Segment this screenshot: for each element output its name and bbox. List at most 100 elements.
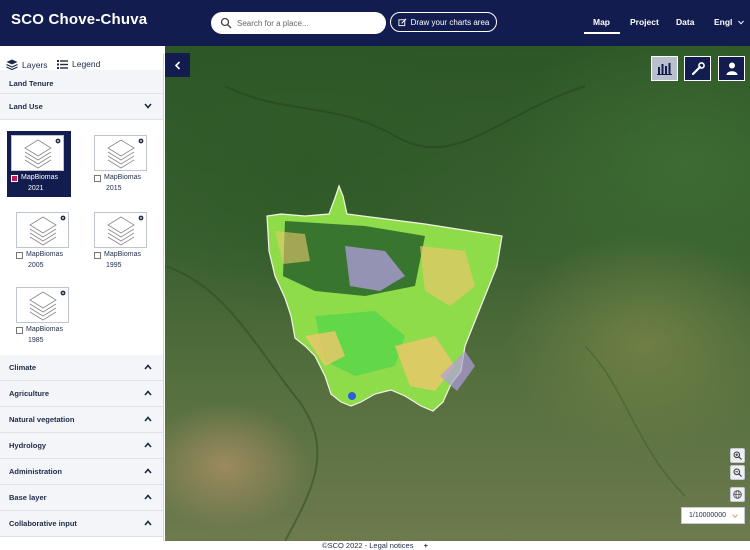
layer-name: MapBiomas <box>26 326 63 333</box>
layers-sidebar: Layers Legend Land Tenure Land Use MapBi… <box>0 54 164 541</box>
map-viewport[interactable]: 1/10000000 <box>165 46 750 541</box>
tab-layers[interactable]: Layers <box>6 59 48 70</box>
zoom-in-icon <box>733 451 742 460</box>
list-icon <box>57 60 68 69</box>
layer-name: MapBiomas <box>104 174 141 181</box>
gear-icon[interactable] <box>60 290 66 296</box>
section-natural-vegetation[interactable]: Natural vegetation <box>0 407 163 433</box>
section-label: Natural vegetation <box>9 415 75 424</box>
chevron-up-icon <box>144 364 152 370</box>
section-administration[interactable]: Administration <box>0 459 163 485</box>
satellite-basemap <box>165 85 686 541</box>
chevron-up-icon <box>144 416 152 422</box>
layer-year: 2015 <box>106 185 122 192</box>
tab-legend-label: Legend <box>72 59 101 69</box>
layer-checkbox[interactable] <box>94 252 101 259</box>
section-label: Administration <box>9 467 62 476</box>
nav-map-active-indicator <box>584 32 620 34</box>
chevron-left-icon <box>174 60 181 70</box>
layers-icon <box>6 59 18 70</box>
section-land-use[interactable]: Land Use <box>0 94 163 120</box>
layer-thumbnail <box>11 135 64 171</box>
zoom-out-icon <box>733 468 742 477</box>
layer-thumbnail <box>94 212 147 248</box>
section-agriculture[interactable]: Agriculture <box>0 381 163 407</box>
search-icon <box>220 17 232 29</box>
scale-select[interactable]: 1/10000000 <box>681 507 745 524</box>
legal-notices-link[interactable]: ©SCO 2022 - Legal notices <box>322 541 413 550</box>
section-label: Land Tenure <box>9 79 54 88</box>
nav-data[interactable]: Data <box>676 17 694 27</box>
chevron-up-icon <box>144 520 152 526</box>
layers-stack-icon <box>107 216 135 246</box>
layer-checkbox[interactable] <box>16 327 23 334</box>
section-label: Agriculture <box>9 389 50 398</box>
layer-year: 2005 <box>28 262 44 269</box>
layer-thumbnail <box>94 135 147 171</box>
user-account-button[interactable] <box>718 56 745 81</box>
layers-stack-icon <box>29 216 57 246</box>
layer-year: 2021 <box>28 185 44 192</box>
zoom-in-button[interactable] <box>730 448 745 463</box>
section-hydrology[interactable]: Hydrology <box>0 433 163 459</box>
scale-value: 1/10000000 <box>689 512 726 519</box>
gear-icon[interactable] <box>60 215 66 221</box>
layer-thumbnail <box>16 287 69 323</box>
layers-stack-icon <box>107 139 135 169</box>
gear-icon[interactable] <box>138 215 144 221</box>
app-title: SCO Chove-Chuva <box>11 11 148 28</box>
section-label: Climate <box>9 363 37 372</box>
tools-button[interactable] <box>684 56 711 81</box>
section-label: Collaborative input <box>9 519 77 528</box>
layer-card-mapbiomas-1995[interactable]: MapBiomas 1995 <box>90 208 154 274</box>
search-input[interactable] <box>237 15 377 31</box>
chevron-down-icon <box>732 514 738 518</box>
layer-card-mapbiomas-2015[interactable]: MapBiomas 2015 <box>90 131 154 197</box>
layer-checkbox[interactable] <box>94 175 101 182</box>
language-label: Engl <box>714 17 733 27</box>
layer-name: MapBiomas <box>26 251 63 258</box>
section-land-tenure[interactable]: Land Tenure <box>0 70 163 94</box>
layer-year: 1995 <box>106 262 122 269</box>
layer-card-mapbiomas-2005[interactable]: MapBiomas 2005 <box>12 208 76 274</box>
layer-year: 1985 <box>28 337 44 344</box>
charts-tool-button[interactable] <box>651 56 678 81</box>
collapse-sidebar-button[interactable] <box>165 53 190 77</box>
layer-card-mapbiomas-1985[interactable]: MapBiomas 1985 <box>12 283 76 349</box>
zoom-out-button[interactable] <box>730 465 745 480</box>
layer-checkbox[interactable] <box>16 252 23 259</box>
layers-stack-icon <box>24 139 52 169</box>
layer-thumbnail <box>16 212 69 248</box>
chevron-up-icon <box>144 390 152 396</box>
footer: ©SCO 2022 - Legal notices + <box>0 541 750 550</box>
tab-legend[interactable]: Legend <box>57 59 100 69</box>
wrench-icon <box>691 61 705 75</box>
section-label: Land Use <box>9 102 43 111</box>
layer-card-mapbiomas-2021[interactable]: MapBiomas 2021 <box>7 131 71 197</box>
section-climate[interactable]: Climate <box>0 355 163 381</box>
gear-icon[interactable] <box>138 138 144 144</box>
chevron-up-icon <box>144 442 152 448</box>
globe-icon <box>733 490 742 499</box>
section-collaborative-input[interactable]: Collaborative input <box>0 511 163 537</box>
section-label: Base layer <box>9 493 47 502</box>
nav-map[interactable]: Map <box>593 17 610 27</box>
draw-charts-area-button[interactable]: Draw your charts area <box>390 12 497 32</box>
chevron-down-icon <box>737 20 744 25</box>
top-header: SCO Chove-Chuva Draw your charts area Ma… <box>0 0 750 46</box>
gear-icon[interactable] <box>55 138 61 144</box>
language-selector[interactable]: Engl <box>714 17 744 27</box>
chevron-up-icon <box>144 494 152 500</box>
section-label: Hydrology <box>9 441 47 450</box>
section-base-layer[interactable]: Base layer <box>0 485 163 511</box>
layer-checkbox[interactable] <box>11 175 18 182</box>
chevron-down-icon <box>144 103 152 109</box>
nav-project[interactable]: Project <box>630 17 659 27</box>
search-box[interactable] <box>211 12 386 34</box>
bar-chart-icon <box>657 63 672 75</box>
globe-button[interactable] <box>730 487 745 502</box>
user-icon <box>726 62 737 75</box>
plus-icon[interactable]: + <box>424 541 428 550</box>
edit-icon <box>398 18 407 26</box>
layer-name: MapBiomas <box>104 251 141 258</box>
